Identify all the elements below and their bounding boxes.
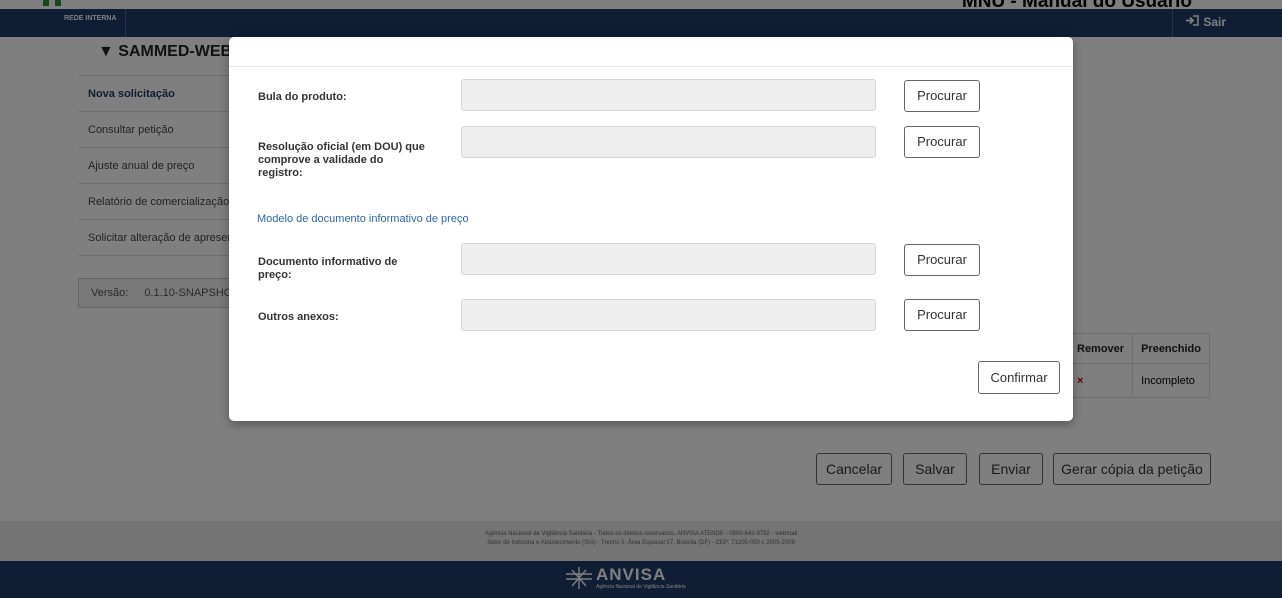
- modelo-documento-link[interactable]: Modelo de documento informativo de preço: [257, 213, 469, 225]
- field-label-documento: Documento informativo de preço:: [258, 256, 398, 281]
- resolucao-file-input[interactable]: [461, 126, 876, 158]
- bula-file-input[interactable]: [461, 79, 876, 111]
- field-label-bula: Bula do produto:: [258, 91, 347, 103]
- confirm-button[interactable]: Confirmar: [978, 361, 1060, 394]
- browse-documento-button[interactable]: Procurar: [904, 244, 980, 276]
- documento-file-input[interactable]: [461, 243, 876, 275]
- browse-outros-button[interactable]: Procurar: [904, 299, 980, 331]
- attachments-modal: Bula do produto: Procurar Resolução ofic…: [229, 37, 1073, 421]
- modal-header: [229, 37, 1073, 67]
- field-label-resolucao: Resolução oficial (em DOU) que comprove …: [258, 141, 425, 179]
- browse-resolucao-button[interactable]: Procurar: [904, 126, 980, 158]
- browse-bula-button[interactable]: Procurar: [904, 80, 980, 112]
- field-label-outros: Outros anexos:: [258, 311, 339, 323]
- outros-file-input[interactable]: [461, 299, 876, 331]
